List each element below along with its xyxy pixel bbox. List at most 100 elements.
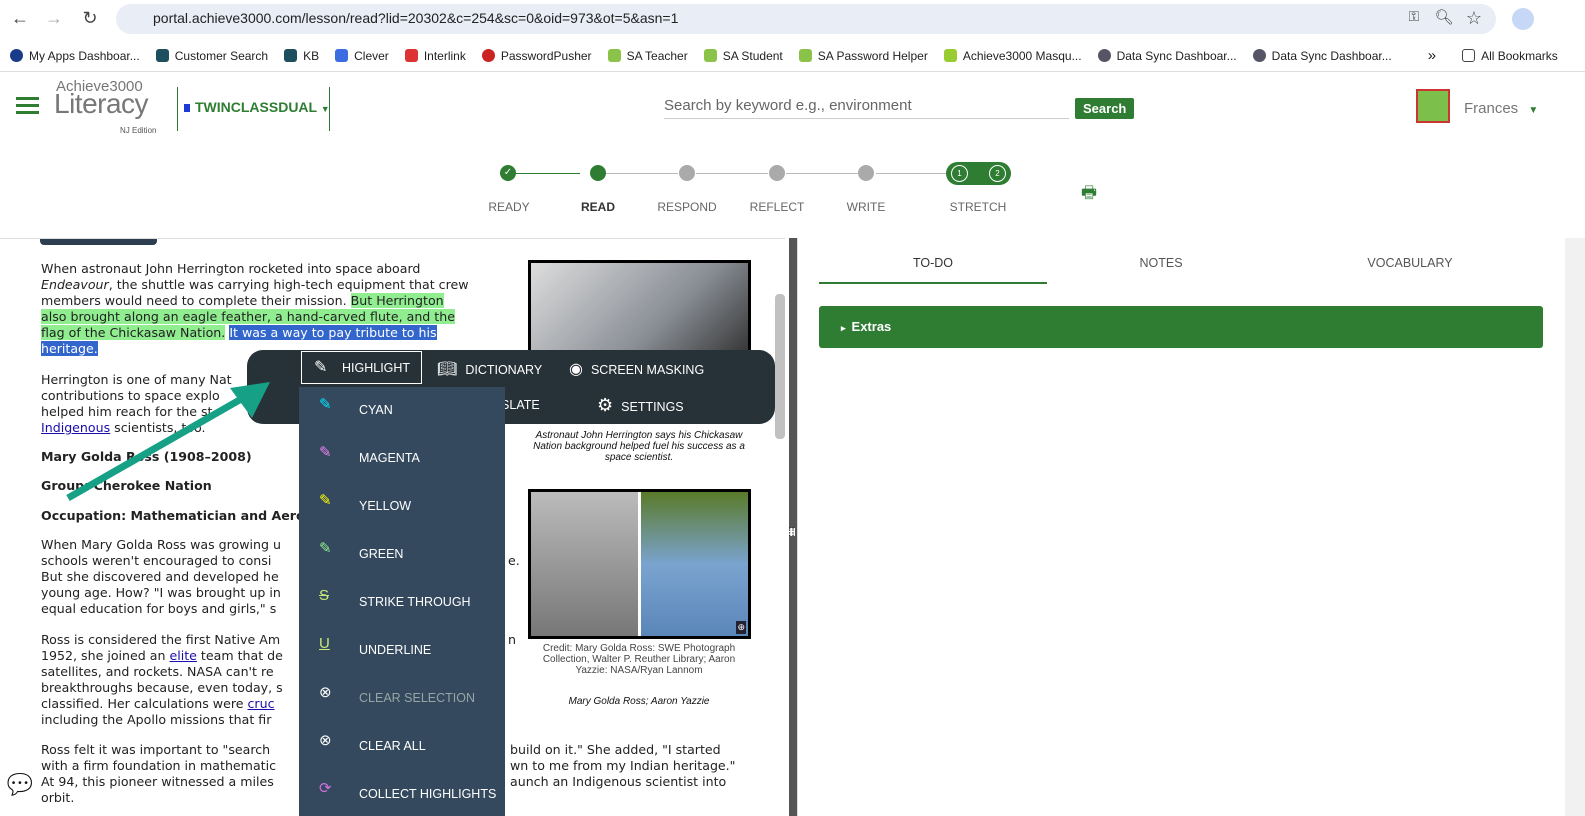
more-bookmarks[interactable]: » (1428, 47, 1436, 64)
extras-accordion[interactable]: ▸ Extras (819, 306, 1543, 348)
dictionary-button[interactable]: 📖︎ DICTIONARY (437, 359, 542, 379)
logo-edition: NJ Edition (120, 126, 157, 135)
step-dot-respond[interactable] (679, 165, 695, 181)
step-dot-reflect[interactable] (769, 165, 785, 181)
menu-item-magenta[interactable]: ✎ MAGENTA (299, 443, 505, 475)
bookmark[interactable]: Customer Search (155, 49, 268, 63)
tab-vocabulary[interactable]: VOCABULARY (1296, 256, 1524, 270)
settings-button[interactable]: ⚙ SETTINGS (597, 395, 684, 416)
menu-item-underline[interactable]: U UNDERLINE (299, 635, 505, 667)
stretch-2[interactable]: 2 (989, 165, 1006, 182)
divider (329, 87, 330, 131)
green-highlight[interactable]: But Herrington (350, 293, 444, 308)
tab-notes[interactable]: NOTES (1047, 256, 1275, 270)
text-line: wn to me from my Indian heritage." (510, 758, 736, 773)
text-line: But she discovered and developed he (41, 569, 279, 584)
menu-item-cyan[interactable]: ✎ CYAN (299, 395, 505, 427)
highlight-button[interactable]: ✎ HIGHLIGHT (301, 351, 422, 384)
scrollbar[interactable] (1565, 238, 1585, 816)
step-stretch-label[interactable]: STRETCH (938, 200, 1018, 214)
bookmark[interactable]: KB (284, 49, 319, 63)
forward-icon[interactable]: → (42, 8, 66, 29)
menu-item-clear-all[interactable]: ⊗ CLEAR ALL (299, 731, 505, 763)
text-selection[interactable]: heritage. (41, 341, 98, 356)
step-connector (516, 173, 580, 174)
bookmark[interactable]: Interlink (404, 49, 466, 63)
text-line: Ross felt it was important to "search (41, 742, 271, 757)
pencil-magenta-icon: ✎ (319, 444, 332, 461)
bookmark[interactable]: PasswordPusher (481, 49, 592, 63)
scrollbar[interactable] (775, 294, 785, 439)
search-input[interactable]: Search by keyword e.g., environment (664, 97, 1069, 119)
step-write[interactable]: WRITE (826, 200, 906, 214)
bookmark-icon (10, 49, 23, 62)
menu-item-strikethrough[interactable]: S STRIKE THROUGH (299, 587, 505, 619)
zoom-in-icon[interactable]: ⊕ (736, 621, 746, 634)
zoom-icon[interactable]: 🔍︎ (1432, 8, 1456, 26)
step-stretch[interactable]: 1 2 (946, 162, 1011, 185)
book-icon: 📖︎ (437, 361, 458, 378)
step-respond[interactable]: RESPOND (647, 200, 727, 214)
bookmark[interactable]: SA Teacher (607, 49, 688, 63)
chevron-right-icon: ▸ (841, 323, 846, 333)
browser-toolbar: ← → ↻ portal.achieve3000.com/lesson/read… (0, 0, 1585, 38)
user-menu[interactable]: Frances ▼ (1464, 100, 1538, 117)
menu-item-yellow[interactable]: ✎ YELLOW (299, 491, 505, 523)
text-line: e. (508, 553, 520, 568)
yazzie-photo (641, 492, 748, 636)
bookmark[interactable]: SA Student (703, 49, 783, 63)
vocab-link[interactable]: cruc (248, 696, 275, 711)
bookmark[interactable]: Achieve3000 Masqu... (943, 49, 1082, 63)
step-connector (696, 173, 768, 174)
bookmark-icon (335, 49, 349, 62)
pencil-green-icon: ✎ (319, 540, 332, 557)
text-selection[interactable]: It was a way to pay tribute to his (229, 325, 437, 340)
bookmark[interactable]: Clever (335, 49, 389, 63)
class-selector[interactable]: TWINCLASSDUAL ▼ (184, 99, 330, 115)
reload-icon[interactable]: ↻ (78, 8, 102, 29)
green-highlight[interactable]: also brought along an eagle feather, a h… (41, 309, 455, 324)
stretch-1[interactable]: 1 (951, 165, 968, 182)
key-icon[interactable]: ⚿ (1402, 8, 1426, 25)
search-button[interactable]: Search (1075, 98, 1135, 119)
bookmark[interactable]: My Apps Dashboar... (10, 49, 140, 63)
gear-icon: ⚙ (597, 395, 614, 415)
ross-yazzie-photo[interactable]: ⊕ (528, 489, 751, 639)
vocab-link[interactable]: elite (169, 648, 196, 663)
step-dot-read[interactable] (590, 165, 606, 181)
green-highlight[interactable]: flag of the Chickasaw Nation. (41, 325, 226, 340)
step-read[interactable]: READ (558, 200, 638, 214)
drag-handle-icon[interactable]: ⁞⁞ (788, 526, 795, 538)
step-connector (876, 173, 948, 174)
step-ready[interactable]: READY (469, 200, 549, 214)
step-dot-write[interactable] (858, 165, 874, 181)
image-credit: Credit: Mary Golda Ross: SWE Photograph … (542, 643, 736, 676)
astronaut-photo[interactable] (528, 260, 751, 360)
star-icon[interactable]: ☆ (1462, 8, 1486, 29)
menu-item-collect-highlights[interactable]: ⟳ COLLECT HIGHLIGHTS (299, 779, 505, 811)
clear-circle-icon: ⊗ (319, 684, 332, 701)
menu-item-green[interactable]: ✎ GREEN (299, 539, 505, 571)
print-icon[interactable]: 🖶 (1081, 180, 1097, 209)
bookmark[interactable]: Data Sync Dashboar... (1097, 49, 1237, 63)
tab-todo[interactable]: TO-DO (819, 256, 1047, 270)
avatar[interactable] (1416, 89, 1450, 123)
bookmark-icon (155, 49, 169, 62)
help-chat-icon[interactable]: 💬︎ (2, 768, 38, 801)
bookmark[interactable]: SA Password Helper (798, 49, 928, 63)
step-reflect[interactable]: REFLECT (737, 200, 817, 214)
menu-item-clear-selection[interactable]: ⊗ CLEAR SELECTION (299, 683, 505, 715)
screen-masking-button[interactable]: ◉ SCREEN MASKING (569, 359, 704, 379)
bookmark-icon (607, 49, 621, 62)
menu-icon[interactable] (16, 97, 39, 100)
bookmark[interactable]: Data Sync Dashboar... (1252, 49, 1392, 63)
profile-icon[interactable] (1512, 8, 1534, 30)
audio-bar[interactable] (40, 239, 157, 245)
back-icon[interactable]: ← (8, 8, 32, 29)
check-icon[interactable]: ✓ (500, 165, 516, 181)
address-bar[interactable]: portal.achieve3000.com/lesson/read?lid=2… (116, 4, 1496, 34)
all-bookmarks[interactable]: All Bookmarks (1462, 49, 1558, 63)
text-line: Ross is considered the first Native Am (41, 632, 281, 647)
folder-icon (1462, 49, 1476, 62)
highlight-menu: ✎ CYAN ✎ MAGENTA ✎ YELLOW ✎ GREEN S STRIKE TH… (299, 387, 505, 816)
